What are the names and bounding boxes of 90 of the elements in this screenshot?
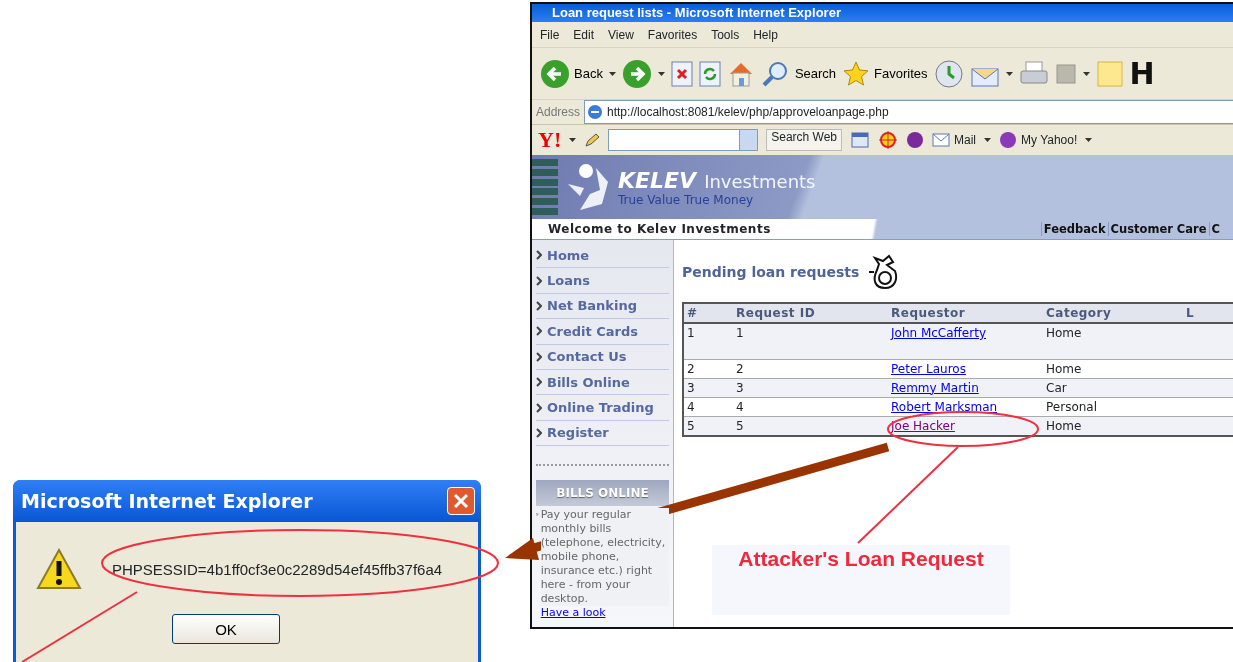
clock-icon (933, 58, 964, 89)
chevron-icon (536, 250, 542, 261)
warning-icon (36, 548, 82, 590)
column-header: Requestor (888, 303, 1043, 323)
window-title: Loan request lists - Microsoft Internet Explorer (532, 4, 1233, 22)
search-web-button[interactable]: Search Web (766, 129, 843, 151)
table-cell: Home (1043, 416, 1183, 436)
toolbar-button[interactable] (621, 58, 652, 89)
pencil-icon[interactable] (584, 132, 601, 148)
toolbar-button[interactable]: Favorites (842, 59, 928, 88)
toolbar-button[interactable] (933, 58, 964, 89)
nav-link[interactable]: Online Trading (536, 395, 669, 421)
chevron-icon (536, 326, 542, 337)
column-header: Category (1043, 303, 1183, 323)
promo-text: Pay your regular monthly bills (telephone, electricity, mobile phone, insurance etc.) right here - from your desktop. (540, 508, 669, 607)
menu-item[interactable]: Tools (705, 27, 746, 42)
caret-icon[interactable] (1082, 71, 1090, 76)
promo-banner: BILLS ONLINE (536, 480, 669, 507)
nav-link[interactable]: Bills Online (536, 369, 669, 396)
chevron-icon (536, 377, 542, 388)
menu-item[interactable]: File (534, 27, 566, 42)
column-header: L (1183, 303, 1233, 323)
stop-icon (670, 60, 693, 87)
toolbar-button[interactable]: Mail (932, 133, 977, 147)
ok-button[interactable]: OK (172, 614, 280, 644)
caret-icon[interactable] (984, 138, 992, 142)
chevron-icon (536, 300, 542, 311)
toolbar-button[interactable]: Back (540, 58, 603, 89)
refresh-icon (698, 60, 721, 87)
annotation-label: Attacker's Loan Request (738, 547, 984, 570)
column-header: Request ID (733, 303, 888, 323)
tagline: True Value True Money (618, 192, 755, 207)
menu-item[interactable]: Edit (567, 27, 601, 42)
brand-name: KELEV (618, 167, 697, 193)
chevron-icon (536, 402, 542, 413)
menu-item[interactable]: Help (747, 27, 784, 42)
nav-link[interactable]: Contact Us (536, 344, 669, 370)
stripes-icon (532, 159, 558, 215)
nav-link[interactable]: Register (536, 420, 669, 447)
square-icon (1054, 62, 1077, 85)
menu-item[interactable]: View (602, 27, 640, 42)
page-heading: Pending loan requests (682, 264, 860, 280)
requestor-link[interactable]: Peter Lauros (891, 361, 966, 376)
yahoo-logo[interactable]: Y! (538, 129, 562, 151)
table-cell: 5 (683, 416, 733, 436)
table-cell: 1 (733, 323, 888, 359)
caret-icon[interactable] (1085, 138, 1093, 142)
table-cell: 4 (683, 397, 733, 416)
toolbar-button[interactable]: H (1129, 58, 1155, 89)
window-icon[interactable] (850, 131, 871, 149)
toolbar-button[interactable] (698, 60, 721, 87)
column-header: # (683, 303, 733, 323)
chevron-icon (536, 427, 542, 438)
nav-link[interactable]: Net Banking (536, 293, 669, 320)
address-label: Address (532, 100, 585, 124)
nav-link[interactable]: Credit Cards (536, 319, 669, 345)
welcome-text: Welcome to Kelev Investments (547, 222, 772, 236)
top-link[interactable]: Customer Care (1107, 222, 1209, 236)
nav-link[interactable]: Home (536, 243, 669, 269)
dialog-title: Microsoft Internet Explorer (21, 490, 313, 512)
menu-item[interactable]: Favorites (641, 27, 704, 42)
chevron-icon (536, 275, 542, 286)
toolbar-button[interactable]: My Yahoo! (999, 131, 1078, 149)
caret-icon[interactable] (1005, 71, 1013, 76)
address-field[interactable]: http://localhost:8081/kelev/php/approveloanpage.php (584, 100, 1233, 124)
star-icon (842, 59, 871, 88)
dialog-message: PHPSESSID=4b1ff0cf3e0c2289d54ef45ffb37f6a4 (112, 560, 443, 578)
caret-icon[interactable] (608, 71, 616, 76)
circle-icon (999, 131, 1018, 149)
toolbar-button[interactable] (670, 60, 693, 87)
chevron-icon (536, 351, 542, 362)
top-link[interactable]: C (1208, 222, 1221, 236)
close-button[interactable] (447, 487, 475, 515)
search-field[interactable] (608, 129, 759, 151)
brand-suffix: Investments (704, 170, 816, 192)
promo-link[interactable]: Have a look (540, 606, 606, 620)
target-icon[interactable] (878, 130, 899, 150)
envelope-icon (932, 133, 951, 147)
caret-icon[interactable] (657, 71, 665, 76)
top-link[interactable]: Feedback (1040, 222, 1108, 236)
toolbar-button[interactable]: Search (760, 59, 837, 88)
table-cell: 3 (683, 378, 733, 397)
caret-icon[interactable] (569, 138, 577, 142)
note-icon (1095, 59, 1124, 88)
table-cell: 1 (683, 323, 733, 359)
close-icon (453, 493, 469, 509)
logo-icon (566, 162, 610, 212)
nav-link[interactable]: Loans (536, 268, 669, 294)
table-cell: Home (1043, 323, 1183, 359)
table-cell: 2 (683, 359, 733, 378)
